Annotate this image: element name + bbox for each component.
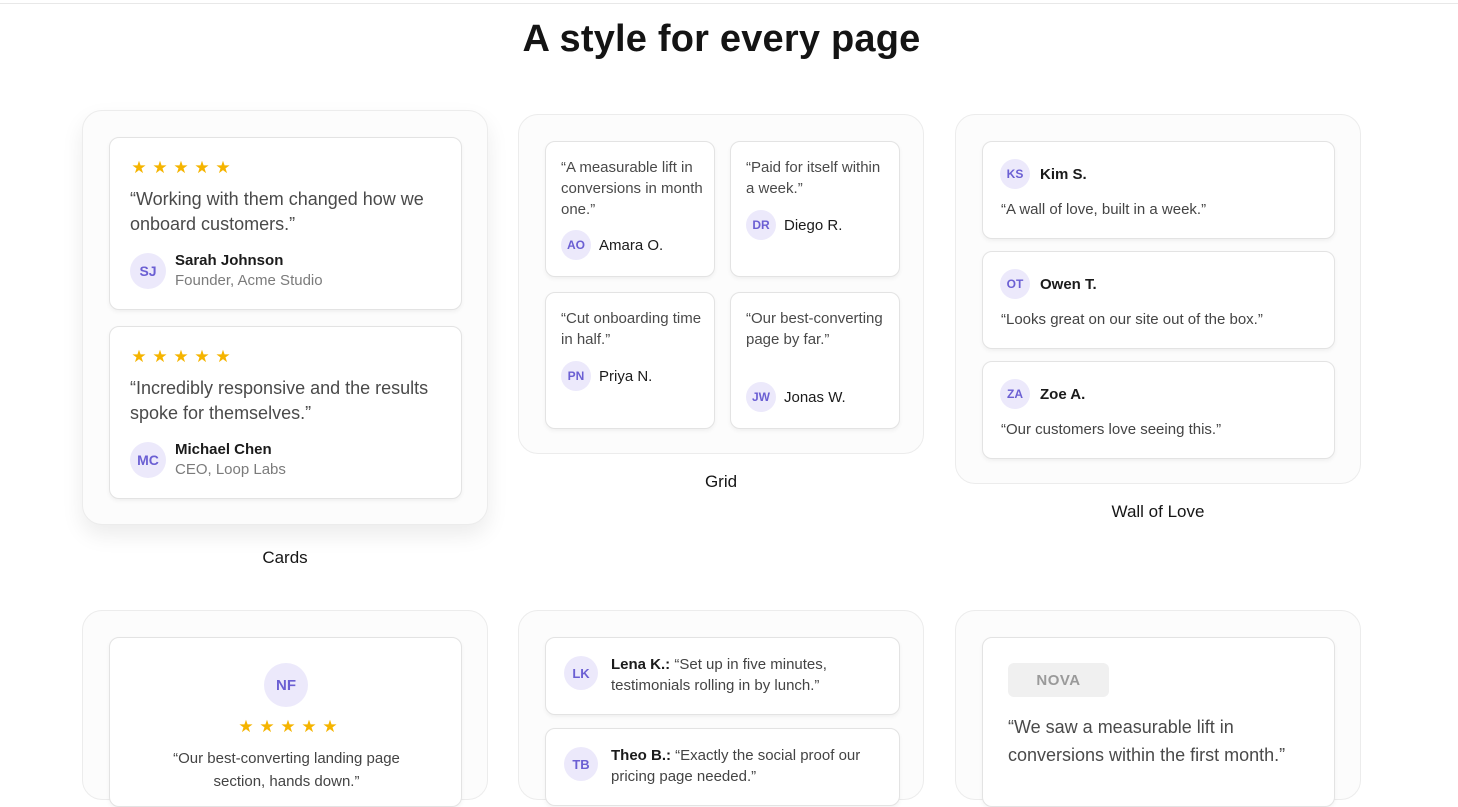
star-icon: ★: [215, 347, 231, 366]
author-name: Jonas W.: [784, 388, 846, 406]
testimonial-quote: “Our best-converting page by far.”: [746, 310, 883, 348]
avatar: AO: [561, 230, 591, 260]
star-rating: ★ ★ ★ ★ ★: [130, 159, 232, 176]
star-rating: ★ ★ ★ ★ ★: [237, 718, 339, 735]
avatar: NF: [264, 663, 308, 707]
avatar: DR: [746, 210, 776, 240]
style-label-cards: Cards: [262, 548, 308, 567]
avatar: PN: [561, 361, 591, 391]
grid-card: “A measurable lift in conversions in mon…: [545, 141, 715, 277]
star-icon: ★: [322, 717, 338, 736]
testimonial-quote: “Working with them changed how we onboar…: [130, 189, 424, 234]
testimonial-card: ★ ★ ★ ★ ★ “Working with them changed how we …: [109, 137, 462, 310]
author: OT Owen T.: [1000, 269, 1097, 299]
author-name: Diego R.: [784, 216, 843, 234]
wall-of-love-style-preview[interactable]: KS Kim S. “A wall of love, built in a we…: [955, 114, 1361, 484]
testimonial-quote: Lena K.: “Set up in five minutes, testim…: [611, 654, 881, 696]
star-rating: ★ ★ ★ ★ ★: [130, 348, 232, 365]
star-icon: ★: [280, 717, 296, 736]
cards-style-preview[interactable]: ★ ★ ★ ★ ★ “Working with them changed how we …: [82, 110, 488, 525]
star-icon: ★: [173, 347, 189, 366]
testimonial-quote: “Cut onboarding time in half.”: [561, 310, 702, 348]
avatar: MC: [130, 441, 166, 478]
star-icon: ★: [173, 158, 189, 177]
style-label-wall-of-love: Wall of Love: [1111, 502, 1205, 521]
author-role: Founder, Acme Studio: [175, 272, 323, 289]
star-icon: ★: [259, 717, 275, 736]
page-title: A style for every page: [522, 18, 921, 60]
author: MC Michael Chen CEO, Loop Labs: [130, 441, 286, 478]
logo-card: NOVA “We saw a measurable lift in conver…: [982, 637, 1335, 807]
company-logo: NOVA: [1008, 663, 1109, 697]
avatar: TB: [564, 747, 598, 781]
star-icon: ★: [238, 717, 254, 736]
author-name: Amara O.: [599, 236, 664, 254]
author: KS Kim S.: [1000, 159, 1087, 189]
author-name: Theo B.:: [611, 747, 671, 764]
list-style-preview[interactable]: LK Lena K.: “Set up in five minutes, tes…: [518, 610, 924, 806]
author-name: Kim S.: [1040, 165, 1087, 183]
author-name: Priya N.: [599, 367, 653, 385]
testimonial-quote: “A wall of love, built in a week.”: [1001, 201, 1207, 218]
testimonial-card: ★ ★ ★ ★ ★ “Incredibly responsive and the res…: [109, 326, 462, 499]
testimonial-quote: “Incredibly responsive and the results s…: [130, 378, 429, 423]
testimonial-quote: “Our customers love seeing this.”: [1001, 421, 1222, 438]
avatar: SJ: [130, 252, 166, 289]
avatar: OT: [1000, 269, 1030, 299]
author: ZA Zoe A.: [1000, 379, 1085, 409]
author: PN Priya N.: [561, 361, 652, 391]
testimonial-quote: “Looks great on our site out of the box.…: [1001, 311, 1263, 328]
author-name: Michael Chen: [175, 441, 272, 458]
testimonial-quote: Theo B.: “Exactly the social proof our p…: [611, 745, 881, 787]
list-card: TB Theo B.: “Exactly the social proof ou…: [545, 728, 900, 806]
style-label-grid: Grid: [704, 472, 738, 491]
wall-card: KS Kim S. “A wall of love, built in a we…: [982, 141, 1335, 239]
star-icon: ★: [131, 158, 147, 177]
wall-card: OT Owen T. “Looks great on our site out …: [982, 251, 1335, 349]
avatar: ZA: [1000, 379, 1030, 409]
star-icon: ★: [194, 158, 210, 177]
list-card: LK Lena K.: “Set up in five minutes, tes…: [545, 637, 900, 715]
top-divider: [0, 3, 1458, 4]
author: SJ Sarah Johnson Founder, Acme Studio: [130, 252, 323, 289]
logo-style-preview[interactable]: NOVA “We saw a measurable lift in conver…: [955, 610, 1361, 807]
star-icon: ★: [194, 347, 210, 366]
avatar: JW: [746, 382, 776, 412]
spotlight-style-preview[interactable]: NF ★ ★ ★ ★ ★ “Our best-converting landing pa…: [82, 610, 488, 807]
grid-card: “Our best-converting page by far.” JW Jo…: [730, 292, 900, 429]
author: DR Diego R.: [746, 210, 842, 240]
testimonial-quote: “Paid for itself within a week.”: [746, 159, 881, 197]
star-icon: ★: [131, 347, 147, 366]
star-icon: ★: [152, 347, 168, 366]
avatar: LK: [564, 656, 598, 690]
avatar: KS: [1000, 159, 1030, 189]
author-name: Owen T.: [1040, 275, 1097, 293]
testimonial-quote: “A measurable lift in conversions in mon…: [561, 159, 703, 218]
author-role: CEO, Loop Labs: [175, 461, 286, 478]
testimonial-quote: “We saw a measurable lift in conversions…: [1008, 717, 1286, 765]
author-name: Sarah Johnson: [175, 252, 284, 269]
author-name: Lena K.:: [611, 656, 671, 673]
testimonial-quote: “Our best-converting landing page sectio…: [173, 750, 400, 790]
author-name: Zoe A.: [1040, 385, 1086, 403]
wall-card: ZA Zoe A. “Our customers love seeing thi…: [982, 361, 1335, 459]
author: JW Jonas W.: [746, 382, 846, 412]
star-icon: ★: [215, 158, 231, 177]
star-icon: ★: [301, 717, 317, 736]
spotlight-card: NF ★ ★ ★ ★ ★ “Our best-converting landing pa…: [109, 637, 462, 807]
grid-card: “Paid for itself within a week.” DR Dieg…: [730, 141, 900, 277]
star-icon: ★: [152, 158, 168, 177]
grid-card: “Cut onboarding time in half.” PN Priya …: [545, 292, 715, 429]
grid-style-preview[interactable]: “A measurable lift in conversions in mon…: [518, 114, 924, 454]
author: AO Amara O.: [561, 230, 663, 260]
